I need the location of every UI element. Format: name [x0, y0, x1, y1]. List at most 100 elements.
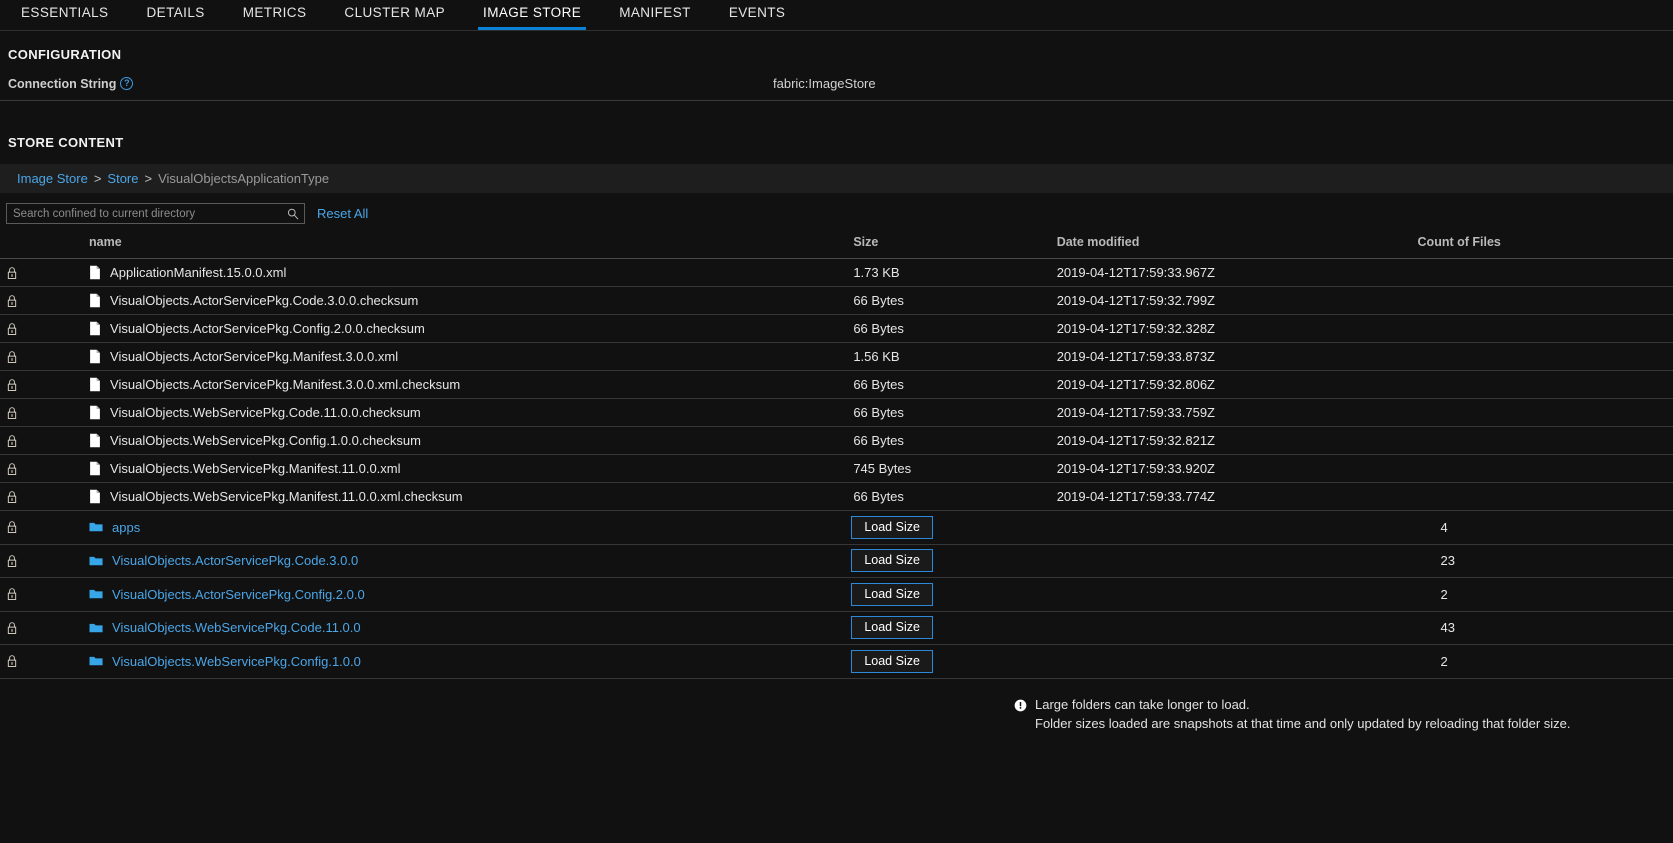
tab-essentials[interactable]: ESSENTIALS	[2, 0, 127, 22]
row-name-cell: apps	[24, 510, 847, 545]
column-header-date-modified[interactable]: Date modified	[1049, 235, 1411, 259]
folder-link[interactable]: VisualObjects.ActorServicePkg.Code.3.0.0	[112, 553, 358, 568]
table-row[interactable]: VisualObjects.WebServicePkg.Code.11.0.0 L…	[0, 611, 1673, 645]
row-count-value: 2	[1440, 653, 1448, 669]
row-count-cell	[1410, 286, 1673, 315]
folder-link[interactable]: VisualObjects.ActorServicePkg.Config.2.0…	[112, 587, 365, 602]
file-name: ApplicationManifest.15.0.0.xml	[110, 265, 287, 280]
file-name: VisualObjects.ActorServicePkg.Manifest.3…	[110, 377, 461, 392]
row-date-value	[1050, 620, 1057, 635]
load-size-button[interactable]: Load Size	[851, 515, 933, 539]
search-box[interactable]	[6, 203, 305, 224]
configuration-heading: CONFIGURATION	[8, 47, 122, 62]
row-size-cell: 66 Bytes	[846, 314, 1050, 343]
tab-metrics[interactable]: METRICS	[224, 0, 326, 22]
configuration-section: CONFIGURATION Connection String ? fabric…	[0, 47, 1673, 101]
row-size-value: 745 Bytes	[853, 461, 912, 476]
folder-link[interactable]: VisualObjects.WebServicePkg.Config.1.0.0	[112, 654, 361, 669]
table-row[interactable]: VisualObjects.ActorServicePkg.Manifest.3…	[0, 342, 1673, 371]
lock-icon	[6, 462, 24, 476]
column-header-count-of-files[interactable]: Count of Files	[1410, 235, 1673, 259]
file-icon	[89, 349, 101, 364]
row-count-cell: 23	[1410, 544, 1673, 578]
table-row[interactable]: VisualObjects.WebServicePkg.Config.1.0.0…	[0, 644, 1673, 679]
row-date-cell: 2019-04-12T17:59:33.873Z	[1049, 342, 1411, 371]
folder-link[interactable]: VisualObjects.WebServicePkg.Code.11.0.0	[112, 620, 361, 635]
column-header-name[interactable]: name	[24, 235, 847, 259]
tab-details[interactable]: DETAILS	[127, 0, 223, 22]
row-lock-cell	[0, 370, 25, 399]
row-count-cell	[1410, 398, 1673, 427]
table-body: ApplicationManifest.15.0.0.xml 1.73 KB 201…	[0, 258, 1673, 679]
column-header-size[interactable]: Size	[846, 235, 1050, 259]
folder-link[interactable]: apps	[112, 520, 140, 535]
lock-icon	[6, 654, 24, 668]
file-icon	[89, 265, 101, 280]
row-size-cell: Load Size	[846, 577, 1050, 612]
folder-icon	[89, 521, 103, 533]
table-row[interactable]: VisualObjects.WebServicePkg.Manifest.11.…	[0, 482, 1673, 511]
row-lock-cell	[0, 644, 25, 679]
table-row[interactable]: apps Load Size 4	[0, 510, 1673, 545]
lock-icon	[6, 378, 24, 392]
load-size-button[interactable]: Load Size	[851, 582, 933, 606]
tab-bar: ESSENTIALS DETAILS METRICS CLUSTER MAP IMAGE…	[0, 0, 1673, 31]
row-date-value: 2019-04-12T17:59:33.967Z	[1056, 265, 1215, 280]
search-input[interactable]	[7, 204, 304, 223]
row-size-cell: Load Size	[846, 544, 1050, 578]
footnote-lines: Large folders can take longer to load. F…	[1035, 697, 1571, 731]
row-name-cell: VisualObjects.WebServicePkg.Config.1.0.0…	[24, 426, 847, 455]
table-row[interactable]: VisualObjects.ActorServicePkg.Manifest.3…	[0, 370, 1673, 399]
tab-cluster-map[interactable]: CLUSTER MAP	[325, 0, 464, 22]
row-lock-cell	[0, 510, 25, 545]
help-icon[interactable]: ?	[120, 77, 134, 90]
lock-icon	[6, 266, 24, 280]
load-size-button[interactable]: Load Size	[851, 549, 933, 573]
row-count-value: 23	[1440, 553, 1455, 569]
tab-image-store[interactable]: IMAGE STORE	[464, 0, 600, 30]
lock-icon	[6, 434, 24, 448]
tab-manifest[interactable]: MANIFEST	[600, 0, 710, 22]
row-date-cell	[1049, 544, 1411, 578]
table-header-row: name Size Date modified Count of Files	[0, 235, 1673, 259]
row-count-cell	[1410, 342, 1673, 371]
row-date-value	[1050, 587, 1057, 602]
column-header-lock	[0, 235, 25, 259]
row-size-cell: 66 Bytes	[846, 370, 1050, 399]
load-size-button[interactable]: Load Size	[851, 616, 933, 640]
table-row[interactable]: VisualObjects.WebServicePkg.Manifest.11.…	[0, 454, 1673, 483]
row-lock-cell	[0, 286, 25, 315]
breadcrumb-item-1[interactable]: Image Store	[17, 171, 88, 186]
lock-icon	[6, 621, 24, 635]
row-size-value: 66 Bytes	[853, 377, 904, 392]
row-lock-cell	[0, 314, 25, 343]
load-size-button[interactable]: Load Size	[851, 649, 933, 673]
row-date-value: 2019-04-12T17:59:33.873Z	[1056, 349, 1215, 364]
row-size-value: 66 Bytes	[853, 433, 904, 448]
tab-events[interactable]: EVENTS	[710, 0, 805, 22]
row-date-cell: 2019-04-12T17:59:32.328Z	[1049, 314, 1411, 343]
table-row[interactable]: VisualObjects.ActorServicePkg.Config.2.0…	[0, 577, 1673, 612]
file-name: VisualObjects.WebServicePkg.Config.1.0.0…	[110, 433, 421, 448]
file-name: VisualObjects.ActorServicePkg.Manifest.3…	[110, 349, 399, 364]
row-size-cell: 66 Bytes	[846, 482, 1050, 511]
store-content-section: STORE CONTENT Image Store > Store > VisualOb…	[0, 135, 1673, 731]
table-row[interactable]: VisualObjects.ActorServicePkg.Code.3.0.0…	[0, 544, 1673, 578]
row-name-cell: VisualObjects.WebServicePkg.Code.11.0.0.…	[24, 398, 847, 427]
row-name-cell: VisualObjects.ActorServicePkg.Config.2.0…	[24, 577, 847, 612]
table-row[interactable]: VisualObjects.ActorServicePkg.Config.2.0…	[0, 314, 1673, 343]
file-name: VisualObjects.WebServicePkg.Manifest.11.…	[110, 489, 463, 504]
row-date-cell	[1049, 577, 1411, 612]
row-size-cell: 1.73 KB	[846, 258, 1050, 287]
table-row[interactable]: VisualObjects.ActorServicePkg.Code.3.0.0…	[0, 286, 1673, 315]
table-row[interactable]: VisualObjects.WebServicePkg.Config.1.0.0…	[0, 426, 1673, 455]
row-date-cell: 2019-04-12T17:59:33.967Z	[1049, 258, 1411, 287]
row-count-cell	[1410, 454, 1673, 483]
file-icon	[89, 405, 101, 420]
reset-all-button[interactable]: Reset All	[317, 206, 368, 221]
row-count-cell: 4	[1410, 510, 1673, 545]
row-name-cell: VisualObjects.ActorServicePkg.Config.2.0…	[24, 314, 847, 343]
table-row[interactable]: ApplicationManifest.15.0.0.xml 1.73 KB 201…	[0, 258, 1673, 287]
breadcrumb-item-2[interactable]: Store	[107, 171, 138, 186]
table-row[interactable]: VisualObjects.WebServicePkg.Code.11.0.0.…	[0, 398, 1673, 427]
